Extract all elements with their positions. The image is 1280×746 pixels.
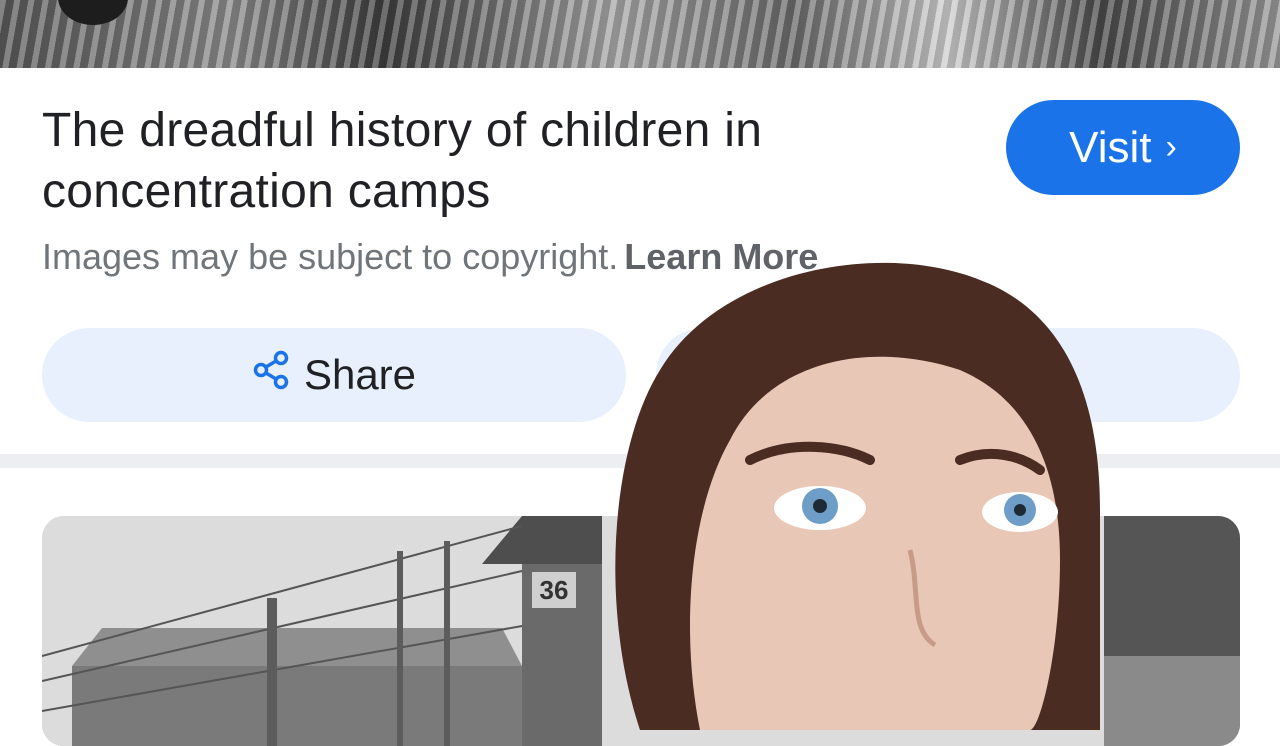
barrack-number: 36 (540, 575, 569, 605)
share-label: Share (303, 351, 417, 398)
image-texture (0, 0, 1280, 68)
visit-label: Visit (1069, 122, 1152, 172)
presenter-overlay (615, 262, 1100, 730)
chevron-right-icon: › (1165, 128, 1177, 166)
result-title[interactable]: The dreadful history of children in conc… (42, 100, 942, 222)
copyright-text: Images may be subject to copyright. (42, 236, 619, 277)
share-icon (252, 350, 290, 400)
result-image[interactable] (0, 0, 1280, 68)
visit-button[interactable]: Visit › (1006, 100, 1240, 195)
share-button[interactable]: Share (42, 328, 626, 422)
